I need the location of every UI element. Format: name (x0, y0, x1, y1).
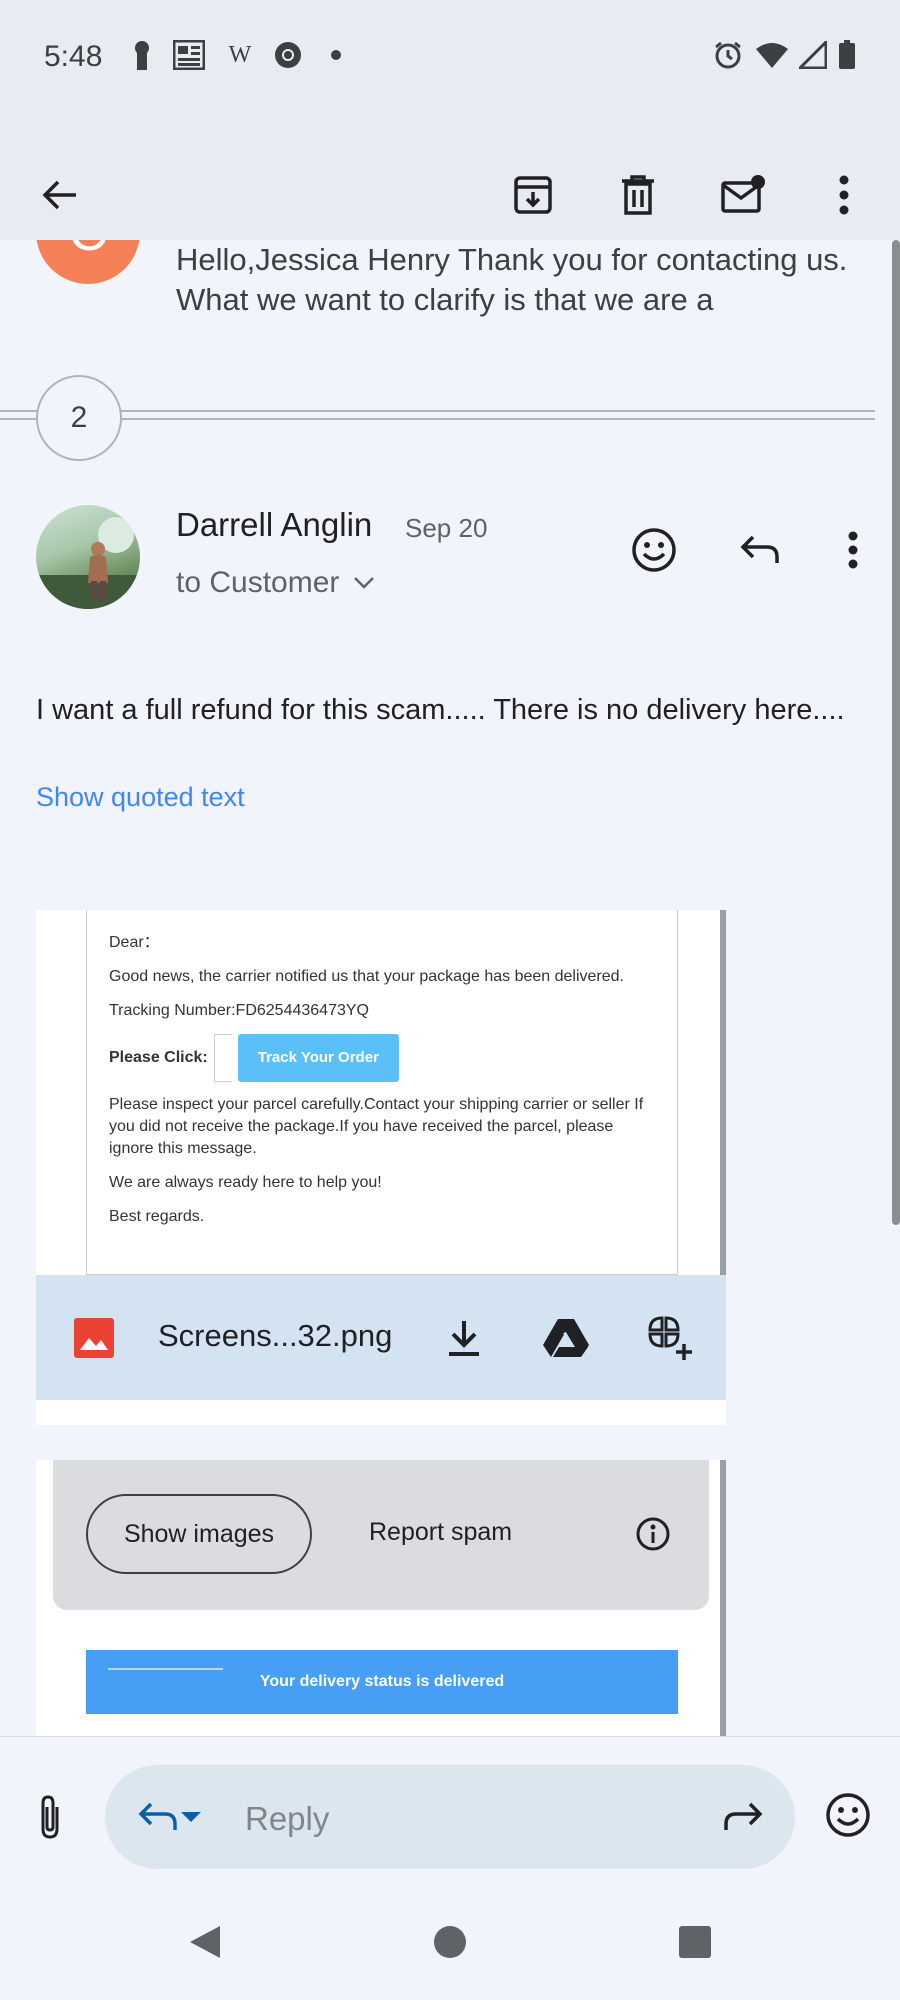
forward-icon[interactable] (715, 1789, 771, 1845)
drive-icon[interactable] (538, 1310, 594, 1366)
chrome-icon (272, 40, 304, 70)
attachment-card[interactable]: Dear： Good news, the carrier notified us… (36, 910, 726, 1425)
banner-decoration (108, 1668, 223, 1670)
navigation-bar (0, 1886, 900, 2000)
collapsed-messages-divider[interactable] (0, 410, 875, 420)
recipient-label: to Customer (176, 566, 340, 599)
image-file-icon (66, 1310, 122, 1366)
dot-icon (328, 40, 344, 70)
preview-inspect: Please inspect your parcel carefully.Con… (109, 1096, 644, 1157)
previous-message-snippet[interactable]: Hello,Jessica Henry Thank you for contac… (176, 240, 856, 320)
add-reaction-icon[interactable] (626, 522, 682, 578)
reply-placeholder: Reply (245, 1800, 330, 1837)
emoji-icon[interactable] (820, 1787, 876, 1843)
delete-icon[interactable] (610, 167, 666, 223)
message-date: Sep 20 (405, 513, 488, 543)
attachment-preview[interactable]: Dear： Good news, the carrier notified us… (86, 910, 678, 1275)
reply-input[interactable]: Reply (105, 1765, 795, 1869)
add-to-photos-icon[interactable] (642, 1310, 698, 1366)
images-blocked-banner: Show images Report spam (53, 1460, 709, 1610)
collapsed-messages-count[interactable]: 2 (36, 375, 122, 461)
sender-name[interactable]: Darrell Anglin (176, 506, 372, 544)
please-click-label: Please Click: (109, 1049, 208, 1066)
track-order-button: Track Your Order (237, 1034, 399, 1082)
mark-unread-icon[interactable] (715, 167, 771, 223)
chevron-down-icon (354, 577, 375, 589)
show-images-button[interactable]: Show images (86, 1494, 312, 1574)
status-bar: 5:48 W (0, 0, 900, 114)
message-body: I want a full refund for this scam..... … (36, 694, 845, 726)
preview-tracking: Tracking Number:FD6254436473YQ (109, 1002, 369, 1019)
conversation-view[interactable]: C Hello,Jessica Henry Thank you for cont… (0, 240, 900, 1736)
archive-icon[interactable] (505, 167, 561, 223)
previous-sender-avatar[interactable]: C (36, 240, 140, 284)
images-card-edge (720, 1460, 726, 1736)
preview-ready: We are always ready here to help you! (109, 1174, 382, 1191)
attachment-edge (720, 910, 726, 1310)
attachment-bar[interactable]: Screens...32.png (36, 1275, 726, 1400)
w-icon: W (228, 41, 252, 68)
person-photo-icon (36, 517, 140, 609)
dropdown-icon[interactable] (173, 1789, 209, 1845)
delivery-status-banner: Your delivery status is delivered (86, 1650, 678, 1714)
recents-square-icon[interactable] (675, 1922, 715, 1962)
newspaper-icon (172, 40, 206, 70)
wifi-icon (754, 40, 790, 70)
home-circle-icon[interactable] (430, 1922, 470, 1962)
preview-line: Good news, the carrier notified us that … (109, 968, 624, 985)
reply-bar: Reply (0, 1736, 900, 1886)
attachment-filename[interactable]: Screens...32.png (158, 1318, 392, 1354)
back-triangle-icon[interactable] (185, 1922, 225, 1962)
alarm-icon (712, 40, 744, 70)
track-row: Please Click: Track Your Order (109, 1034, 655, 1082)
avatar[interactable] (36, 505, 140, 609)
broken-image-icon (213, 1034, 232, 1082)
back-arrow-icon[interactable] (32, 167, 88, 223)
delivery-status-text: Your delivery status is delivered (259, 1673, 505, 1690)
recipient-details[interactable]: to Customer (176, 566, 375, 600)
battery-icon (836, 40, 858, 70)
status-time: 5:48 (44, 40, 103, 73)
attach-icon[interactable] (22, 1789, 78, 1845)
download-icon[interactable] (436, 1310, 492, 1366)
external-images-card: Show images Report spam Your delivery st… (36, 1460, 726, 1736)
scrollbar[interactable] (892, 240, 900, 1225)
more-vert-icon[interactable] (816, 167, 872, 223)
signal-icon (798, 40, 828, 70)
info-icon[interactable] (633, 1514, 673, 1554)
show-quoted-text-link[interactable]: Show quoted text (36, 782, 245, 813)
message-more-icon[interactable] (825, 522, 881, 578)
app-bar (0, 114, 900, 240)
reply-icon[interactable] (732, 522, 788, 578)
keyhole-icon (130, 40, 154, 70)
report-spam-button[interactable]: Report spam (369, 1518, 512, 1547)
preview-regards: Best regards. (109, 1208, 205, 1225)
preview-greeting: Dear： (109, 934, 160, 951)
